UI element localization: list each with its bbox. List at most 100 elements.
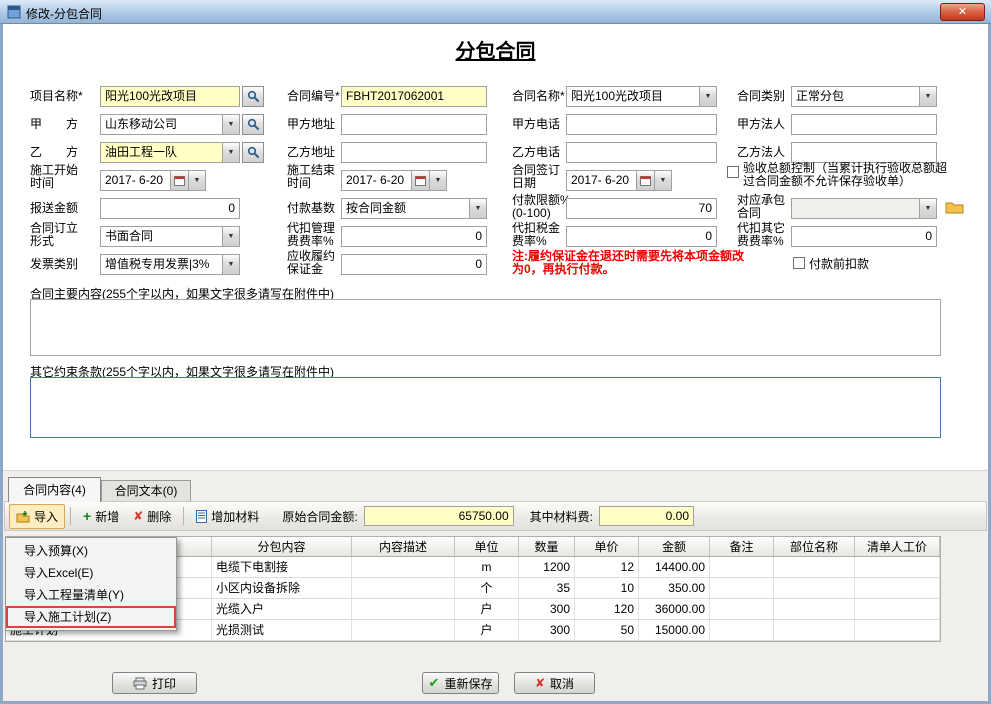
dropdown-button[interactable]: ▼ (429, 171, 446, 190)
party-b-addr-input[interactable] (341, 142, 487, 163)
chevron-down-icon: ▼ (705, 93, 712, 100)
magnifier-icon (247, 90, 260, 103)
print-button[interactable]: 打印 (112, 672, 197, 694)
parent-contract-select[interactable]: ▼ (791, 198, 937, 219)
party-a-select[interactable]: 山东移动公司 ▼ (100, 114, 240, 135)
cell: 光缆入户 (212, 599, 352, 619)
delete-row-button[interactable]: ✘ 删除 (126, 504, 178, 529)
column-header[interactable]: 部位名称 (774, 537, 855, 556)
deposit-input[interactable]: 0 (341, 254, 487, 275)
sign-date-label: 合同签订 日期 (512, 164, 560, 190)
tab-contract-text[interactable]: 合同文本(0) (101, 480, 191, 502)
contract-type-select[interactable]: 正常分包 ▼ (791, 86, 937, 107)
party-b-addr-label: 乙方地址 (287, 146, 335, 159)
add-material-button[interactable]: 增加材料 (189, 504, 266, 529)
cell (352, 599, 455, 619)
acceptance-total-checkbox[interactable] (727, 166, 739, 178)
party-b-lookup-button[interactable] (242, 142, 264, 163)
column-header[interactable]: 分包内容 (212, 537, 352, 556)
close-button[interactable]: ✕ (940, 3, 985, 21)
party-b-tel-input[interactable] (566, 142, 717, 163)
menu-item-import-excel[interactable]: 导入Excel(E) (6, 562, 176, 584)
end-date-picker[interactable]: 2017- 6-20 ▼ (341, 170, 447, 191)
contract-no-input[interactable]: FBHT2017062001 (341, 86, 487, 107)
calendar-button[interactable] (636, 171, 654, 190)
dropdown-button[interactable]: ▼ (188, 171, 205, 190)
column-header[interactable]: 单位 (455, 537, 519, 556)
other-terms-textarea[interactable] (30, 377, 941, 438)
sign-date-picker[interactable]: 2017- 6-20 ▼ (566, 170, 672, 191)
dropdown-button[interactable]: ▼ (919, 87, 936, 106)
party-a-legal-label: 甲方法人 (737, 118, 785, 131)
chevron-down-icon: ▼ (228, 233, 235, 240)
chevron-down-icon: ▼ (475, 205, 482, 212)
tax-fee-rate-input[interactable]: 0 (566, 226, 717, 247)
column-header[interactable]: 数量 (519, 537, 575, 556)
column-header[interactable]: 清单人工价 (855, 537, 940, 556)
contract-form-select[interactable]: 书面合同 ▼ (100, 226, 240, 247)
column-header[interactable]: 内容描述 (352, 537, 455, 556)
cancel-button[interactable]: ✘ 取消 (514, 672, 595, 694)
dropdown-button[interactable]: ▼ (654, 171, 671, 190)
report-amount-input[interactable]: 0 (100, 198, 240, 219)
cell: 10 (575, 578, 639, 598)
pay-base-select[interactable]: 按合同金额 ▼ (341, 198, 487, 219)
invoice-type-label: 发票类别 (30, 258, 78, 271)
calendar-button[interactable] (411, 171, 429, 190)
tab-contract-content[interactable]: 合同内容(4) (8, 477, 101, 502)
party-a-lookup-button[interactable] (242, 114, 264, 135)
material-fee-field[interactable]: 0.00 (599, 506, 694, 526)
party-b-legal-input[interactable] (791, 142, 937, 163)
invoice-type-select[interactable]: 增值税专用发票|3% ▼ (100, 254, 240, 275)
project-name-input[interactable]: 阳光100光改项目 (100, 86, 240, 107)
cell (774, 578, 855, 598)
deposit-note: 注:履约保证金在退还时需要先将本项金额改为0，再执行付款。 (512, 250, 744, 276)
original-amount-field[interactable]: 65750.00 (364, 506, 514, 526)
party-b-select[interactable]: 油田工程一队 ▼ (100, 142, 240, 163)
project-lookup-button[interactable] (242, 86, 264, 107)
printer-icon (133, 677, 147, 690)
party-a-legal-input[interactable] (791, 114, 937, 135)
main-content-textarea[interactable] (30, 299, 941, 356)
calendar-button[interactable] (170, 171, 188, 190)
party-a-tel-input[interactable] (566, 114, 717, 135)
import-button[interactable]: 导入 (9, 504, 65, 529)
dropdown-button[interactable]: ▼ (699, 87, 716, 106)
menu-item-import-construction-plan[interactable]: 导入施工计划(Z) (6, 606, 176, 628)
browse-folder-button[interactable] (941, 197, 967, 217)
party-a-value: 山东移动公司 (105, 115, 219, 134)
save-button[interactable]: ✔ 重新保存 (422, 672, 499, 694)
cell: 个 (455, 578, 519, 598)
cell (352, 620, 455, 640)
dropdown-button[interactable]: ▼ (222, 227, 239, 246)
report-amount-label: 报送金额 (30, 202, 78, 215)
cell (774, 557, 855, 577)
dropdown-button[interactable]: ▼ (222, 143, 239, 162)
start-date-picker[interactable]: 2017- 6-20 ▼ (100, 170, 206, 191)
page-title: 分包合同 (0, 35, 991, 64)
party-b-tel-label: 乙方电话 (512, 146, 560, 159)
dropdown-button[interactable]: ▼ (222, 255, 239, 274)
column-header[interactable]: 单价 (575, 537, 639, 556)
mgmt-fee-rate-input[interactable]: 0 (341, 226, 487, 247)
menu-item-import-budget[interactable]: 导入预算(X) (6, 540, 176, 562)
cell (710, 578, 774, 598)
dropdown-button[interactable]: ▼ (469, 199, 486, 218)
pay-limit-input[interactable]: 70 (566, 198, 717, 219)
column-header[interactable]: 备注 (710, 537, 774, 556)
add-row-button[interactable]: + 新增 (76, 504, 126, 529)
delete-label: 删除 (147, 508, 171, 525)
other-fee-rate-input[interactable]: 0 (791, 226, 937, 247)
delete-x-icon: ✘ (133, 510, 143, 522)
column-header[interactable]: 金额 (639, 537, 710, 556)
cell: 50 (575, 620, 639, 640)
cell: 300 (519, 620, 575, 640)
titlebar[interactable]: 修改-分包合同 ✕ (0, 0, 991, 24)
dropdown-button[interactable]: ▼ (919, 199, 936, 218)
menu-item-import-boq[interactable]: 导入工程量清单(Y) (6, 584, 176, 606)
dropdown-button[interactable]: ▼ (222, 115, 239, 134)
contract-name-select[interactable]: 阳光100光改项目 ▼ (566, 86, 717, 107)
pre-pay-deduct-checkbox[interactable] (793, 257, 805, 269)
party-a-addr-input[interactable] (341, 114, 487, 135)
cell (855, 599, 940, 619)
